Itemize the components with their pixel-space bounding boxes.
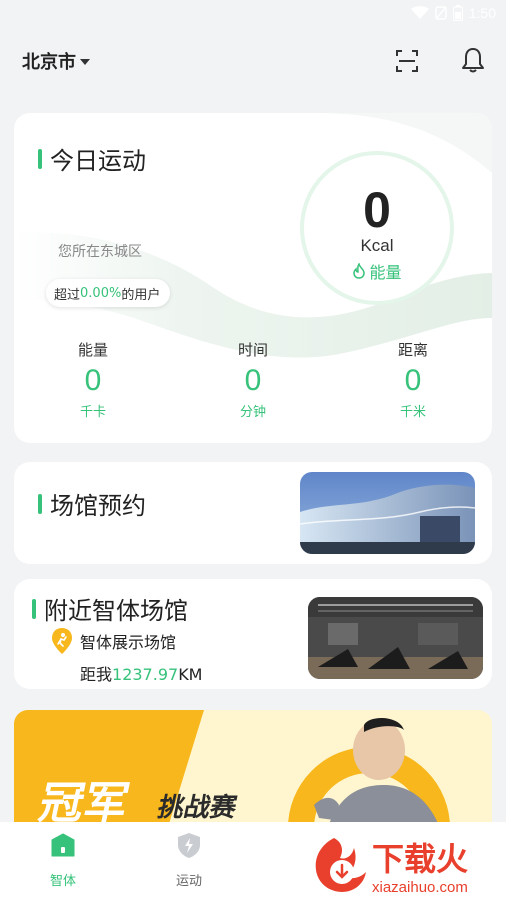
status-time: 1:50 <box>468 5 496 21</box>
status-icons: 1:50 <box>410 5 496 21</box>
banner-sub-text: 挑战赛 <box>155 792 240 822</box>
status-bar: 1:50 <box>0 0 506 28</box>
tab-home[interactable]: 智体 <box>18 830 108 889</box>
city-name: 北京市 <box>22 52 76 73</box>
distance-unit: KM <box>178 665 203 684</box>
stat-label: 距离 <box>397 341 428 359</box>
stat-label: 时间 <box>237 341 268 359</box>
nearby-distance: 距我1237.97KM <box>80 661 202 685</box>
title-accent-bar <box>38 148 42 169</box>
stat-label: 能量 <box>77 341 108 359</box>
stat-value: 0 <box>404 364 422 397</box>
banner-main-text: 冠军 <box>35 779 133 827</box>
today-title: 今日运动 <box>38 141 146 176</box>
today-sport-card[interactable]: 今日运动 您所在东城区 超过 0.00% 的用户 0 Kcal 能量 能量 0 … <box>14 113 492 443</box>
stat-value: 0 <box>244 364 262 397</box>
ring-value: 0 <box>363 182 391 238</box>
watermark-url: xiazaihuo.com <box>372 879 468 896</box>
gym-image <box>308 597 483 679</box>
stat-unit: 分钟 <box>239 405 266 420</box>
tab-sport-label: 运动 <box>175 874 202 889</box>
nearby-title: 附近智体场馆 <box>32 591 188 626</box>
title-accent-bar <box>38 493 42 514</box>
wifi-icon <box>410 6 429 19</box>
flame-icon <box>353 263 366 279</box>
stat-value: 0 <box>84 364 102 397</box>
top-bar: 北京市 <box>0 40 506 80</box>
location-text: 您所在东城区 <box>58 244 142 260</box>
home-icon <box>51 833 75 857</box>
ring-label-text: 能量 <box>369 263 402 282</box>
city-selector[interactable]: 北京市 <box>22 48 90 74</box>
stadium-image <box>300 472 475 554</box>
venue-booking-title: 场馆预约 <box>38 486 146 521</box>
rank-value: 0.00% <box>80 285 122 301</box>
watermark-logo: 下载火 xiazaihuo.com <box>315 838 468 896</box>
promo-banner[interactable]: 冠军 挑战赛 <box>14 710 492 840</box>
ring-label: 能量 <box>304 259 450 283</box>
stat-unit: 千卡 <box>79 405 106 420</box>
rank-pill: 超过 0.00% 的用户 <box>46 279 171 307</box>
nearby-place: 智体展示场馆 <box>50 627 176 655</box>
watermark-text: 下载火 <box>372 841 468 877</box>
battery-icon <box>452 5 463 21</box>
tab-sport[interactable]: 运动 <box>144 830 234 889</box>
nearby-venue-card[interactable]: 附近智体场馆 智体展示场馆 距我1237.97KM <box>14 579 492 689</box>
stat-time: 时间 0 分钟 <box>193 339 313 420</box>
stat-energy: 能量 0 千卡 <box>33 339 153 420</box>
bell-icon[interactable] <box>460 46 486 74</box>
title-accent-bar <box>32 598 36 619</box>
caret-down-icon <box>80 59 90 65</box>
venue-booking-title-text: 场馆预约 <box>50 492 146 520</box>
rank-prefix: 超过 <box>54 287 81 303</box>
distance-value: 1237.97 <box>112 665 179 684</box>
nearby-title-text: 附近智体场馆 <box>44 597 188 625</box>
no-sim-icon <box>435 6 447 20</box>
tab-home-label: 智体 <box>49 874 76 889</box>
ring-unit: Kcal <box>360 236 394 255</box>
shield-bolt-icon <box>178 833 200 858</box>
rank-suffix: 的用户 <box>121 287 161 303</box>
energy-ring: 0 Kcal 能量 <box>300 151 454 305</box>
stat-distance: 距离 0 千米 <box>353 339 473 420</box>
scan-icon[interactable] <box>394 48 420 74</box>
nearby-place-name: 智体展示场馆 <box>80 633 177 652</box>
today-title-text: 今日运动 <box>50 147 146 175</box>
banner-art: 冠军 挑战赛 <box>14 710 450 840</box>
venue-booking-card[interactable]: 场馆预约 <box>14 462 492 564</box>
stat-unit: 千米 <box>399 405 426 420</box>
distance-prefix: 距我 <box>80 665 113 684</box>
location-pin-icon <box>52 628 72 654</box>
